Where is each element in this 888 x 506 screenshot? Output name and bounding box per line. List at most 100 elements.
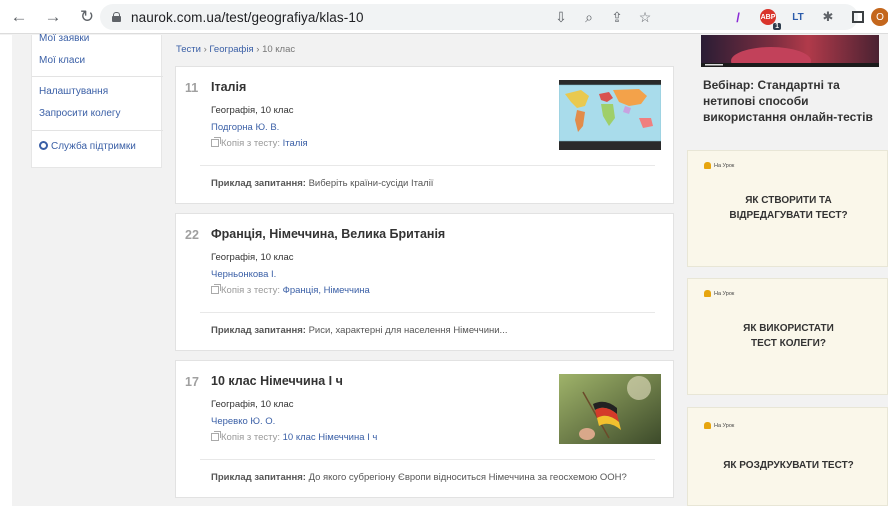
test-title[interactable]: 10 клас Німеччина І ч [211,374,343,388]
question-count: 22 [185,228,199,242]
sidebar-divider [32,130,163,131]
sidebar-item-support-label: Служба підтримки [51,141,136,152]
question-count: 11 [185,81,199,95]
breadcrumb-separator: › [203,44,207,55]
adblock-extension-icon[interactable]: ABP 1 [760,9,781,30]
copy-icon [211,137,221,147]
share-icon[interactable]: ⇪ [609,9,625,26]
lock-icon[interactable] [112,12,121,22]
test-card[interactable]: 22 Франція, Німеччина, Велика Британія Г… [175,213,674,351]
promo-line: ВІДРЕДАГУВАТИ ТЕСТ? [729,210,848,221]
url-text[interactable]: naurok.com.ua/test/geografiya/klas-10 [131,10,364,25]
example-label: Приклад запитання: [211,178,306,189]
promo-line: ЯК СТВОРИТИ ТА [745,195,832,206]
copy-of-test: Копія з тесту: 10 клас Німеччина І ч [211,431,378,443]
webinar-speaker-image [701,47,879,67]
promo-text: ЯК ВИКОРИСТАТИ ТЕСТ КОЛЕГИ? [688,321,888,351]
test-card[interactable]: 11 Італія Географія, 10 клас Подгорна Ю.… [175,66,674,204]
pen-extension-icon[interactable]: / [730,9,746,25]
promo-line: ЯК ВИКОРИСТАТИ [743,323,834,334]
languagetool-extension-icon[interactable]: LT [790,9,806,25]
sidebar-item-support[interactable]: Служба підтримки [39,141,136,152]
copy-source-link[interactable]: Франція, Німеччина [283,285,370,296]
adblock-label: ABP [760,13,776,21]
bookmark-star-icon[interactable]: ☆ [637,9,653,26]
breadcrumb-separator: › [256,44,260,55]
bell-icon [704,290,711,297]
copy-of-test: Копія з тесту: Франція, Німеччина [211,284,370,296]
example-text: До якого субрегіону Європи відноситься Н… [308,472,627,483]
webinar-title[interactable]: Вебінар: Стандартні та нетипові способи … [703,77,883,125]
sidebar-item-settings[interactable]: Налаштування [39,86,108,97]
zoom-icon[interactable]: ⌕ [581,9,597,26]
install-app-icon[interactable]: ⇩ [553,9,569,26]
sidebar-item-invite-colleague[interactable]: Запросити колегу [39,108,121,119]
test-thumbnail-german-flag[interactable] [559,374,661,444]
card-divider [200,459,655,460]
naurok-logo: На Урок [704,162,734,169]
copy-label: Копія з тесту: [221,138,280,149]
copy-of-test: Копія з тесту: Італія [211,137,308,149]
sidebar-item-my-classes[interactable]: Мої класи [39,55,85,66]
copy-label: Копія з тесту: [221,432,280,443]
promo-logo-text: На Урок [714,290,735,297]
copy-label: Копія з тесту: [221,285,280,296]
breadcrumb: Тести › Географія › 10 клас [176,44,295,55]
copy-source-link[interactable]: Італія [283,138,308,149]
test-thumbnail-world-map[interactable] [559,80,661,150]
world-map-image [559,84,661,142]
breadcrumb-current: 10 клас [262,44,296,55]
promo-line: ЯК РОЗДРУКУВАТИ ТЕСТ? [723,460,854,471]
promo-line: ТЕСТ КОЛЕГИ? [751,338,826,349]
breadcrumb-tests[interactable]: Тести [176,44,201,55]
test-card[interactable]: 17 10 клас Німеччина І ч Географія, 10 к… [175,360,674,498]
example-question: Приклад запитання: Виберіть країни-сусід… [211,178,433,189]
german-flag-image [559,374,661,444]
support-lifebuoy-icon [39,141,48,150]
back-arrow-icon[interactable]: ← [8,6,30,28]
example-question: Приклад запитання: До якого субрегіону Є… [211,472,627,483]
sidebar-item-my-requests[interactable]: Мої заявки [39,33,89,44]
test-author[interactable]: Подгорна Ю. В. [211,122,279,133]
side-panel-icon[interactable] [852,11,864,23]
profile-avatar[interactable]: O [871,8,888,26]
address-bar-actions: ⇩ ⌕ ⇪ ☆ [553,4,653,30]
example-text: Риси, характерні для населення Німеччини… [308,325,508,336]
promo-card[interactable]: На Урок ЯК ВИКОРИСТАТИ ТЕСТ КОЛЕГИ? [687,278,888,395]
bell-icon [704,162,711,169]
copy-icon [211,431,221,441]
naurok-logo: На Урок [704,422,734,429]
test-author[interactable]: Черньонкова І. [211,269,276,280]
example-label: Приклад запитання: [211,472,306,483]
copy-icon [211,284,221,294]
promo-card[interactable]: На Урок ЯК СТВОРИТИ ТА ВІДРЕДАГУВАТИ ТЕС… [687,150,888,267]
sidebar: Мої заявки Мої класи Налаштування Запрос… [31,33,163,168]
promo-card[interactable]: На Урок ЯК РОЗДРУКУВАТИ ТЕСТ? [687,407,888,506]
example-label: Приклад запитання: [211,325,306,336]
forward-arrow-icon[interactable]: → [42,6,64,28]
question-count: 17 [185,375,199,389]
test-subject: Географія, 10 клас [211,252,294,263]
card-divider [200,312,655,313]
promo-logo-text: На Урок [714,162,735,169]
extensions-bar: / ABP 1 LT ✱ [730,5,866,30]
left-strip [0,35,12,506]
reload-icon[interactable]: ↻ [76,6,98,28]
test-subject: Географія, 10 клас [211,105,294,116]
naurok-logo: На Урок [704,290,734,297]
webinar-thumbnail[interactable] [701,35,879,67]
copy-source-link[interactable]: 10 клас Німеччина І ч [283,432,378,443]
sidebar-divider [32,76,163,77]
extension-badge: 1 [773,23,781,30]
promo-logo-text: На Урок [714,422,735,429]
puzzle-extensions-icon[interactable]: ✱ [820,9,836,25]
card-divider [200,165,655,166]
test-author[interactable]: Черевко Ю. О. [211,416,275,427]
example-text: Виберіть країни-сусіди Італії [308,178,434,189]
test-title[interactable]: Франція, Німеччина, Велика Британія [211,227,445,241]
browser-toolbar: ← → ↻ naurok.com.ua/test/geografiya/klas… [0,0,888,34]
example-question: Приклад запитання: Риси, характерні для … [211,325,507,336]
bell-icon [704,422,711,429]
test-title[interactable]: Італія [211,80,246,94]
breadcrumb-geography[interactable]: Географія [209,44,253,55]
